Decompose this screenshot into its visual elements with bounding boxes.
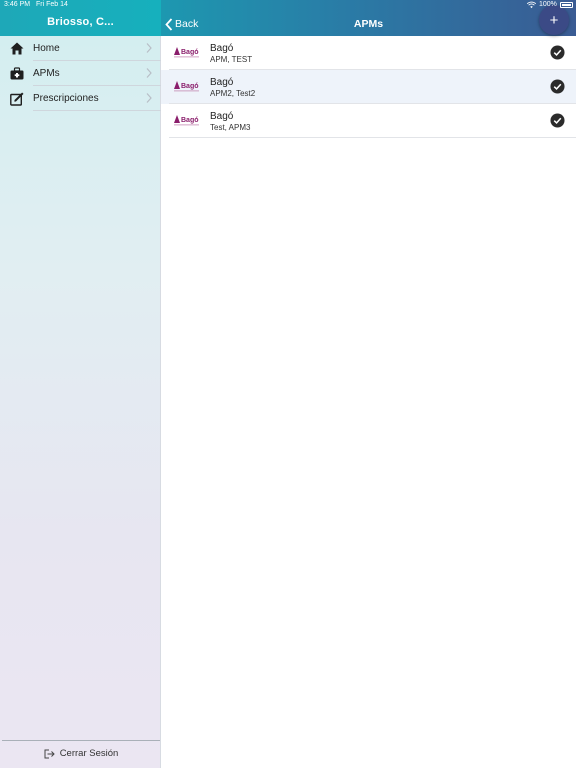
check-circle-icon [550, 45, 565, 60]
chevron-right-icon [146, 93, 152, 103]
svg-text:Bagó: Bagó [181, 83, 199, 90]
status-bar: 3:46 PM Fri Feb 14 100% [0, 0, 576, 11]
sidebar-item-label: APMs [33, 68, 60, 79]
home-icon [9, 41, 24, 56]
list-item[interactable]: Bagó Bagó APM2, Test2 [161, 70, 576, 104]
apm-list: Bagó Bagó APM, TEST Bagó Bagó APM2, Test… [161, 36, 576, 138]
apm-company: Bagó [210, 43, 234, 54]
wifi-icon [527, 1, 536, 9]
sidebar-item-label: Prescripciones [33, 93, 99, 104]
chevron-right-icon [146, 68, 152, 78]
list-item[interactable]: Bagó Bagó Test, APM3 [161, 104, 576, 138]
app-root: 3:46 PM Fri Feb 14 100% Briosso, C... Ho… [0, 0, 576, 768]
side-menu: Home APMs Prescripciones [0, 36, 161, 111]
status-date: Fri Feb 14 [36, 1, 68, 8]
svg-text:Bagó: Bagó [181, 49, 199, 56]
bago-logo: Bagó [174, 81, 199, 92]
svg-text:Bagó: Bagó [181, 117, 199, 124]
bago-logo: Bagó [174, 47, 199, 58]
divider [169, 137, 576, 138]
apm-company: Bagó [210, 111, 234, 122]
apm-company: Bagó [210, 77, 234, 88]
check-circle-icon [550, 113, 565, 128]
apm-name: APM, TEST [210, 55, 253, 64]
divider [33, 110, 161, 111]
check-circle-icon [550, 79, 565, 94]
battery-percent: 100% [539, 1, 557, 8]
chevron-right-icon [146, 43, 152, 53]
status-time: 3:46 PM [4, 1, 31, 8]
page-title: APMs [353, 18, 384, 30]
sidebar: Briosso, C... Home APMs Prescripciones C… [0, 0, 161, 768]
sidebar-user-title: Briosso, C... [47, 16, 114, 28]
battery-icon [560, 2, 573, 8]
main-panel: Back APMs + Bagó Bagó APM, TEST Bagó Bag… [161, 0, 576, 768]
briefcase-icon [9, 66, 24, 81]
apm-name: Test, APM3 [210, 123, 251, 132]
logout-icon [44, 749, 55, 758]
sidebar-item-home[interactable]: Home [0, 36, 161, 61]
logout-button[interactable]: Cerrar Sesión [2, 740, 160, 766]
bago-logo: Bagó [174, 115, 199, 126]
sidebar-item-prescripciones[interactable]: Prescripciones [0, 86, 161, 111]
apm-name: APM2, Test2 [210, 89, 256, 98]
logout-label: Cerrar Sesión [59, 748, 119, 759]
edit-note-icon [9, 91, 24, 106]
list-item[interactable]: Bagó Bagó APM, TEST [161, 36, 576, 70]
sidebar-item-apms[interactable]: APMs [0, 61, 161, 86]
sidebar-item-label: Home [33, 43, 60, 54]
plus-icon: + [549, 11, 559, 29]
